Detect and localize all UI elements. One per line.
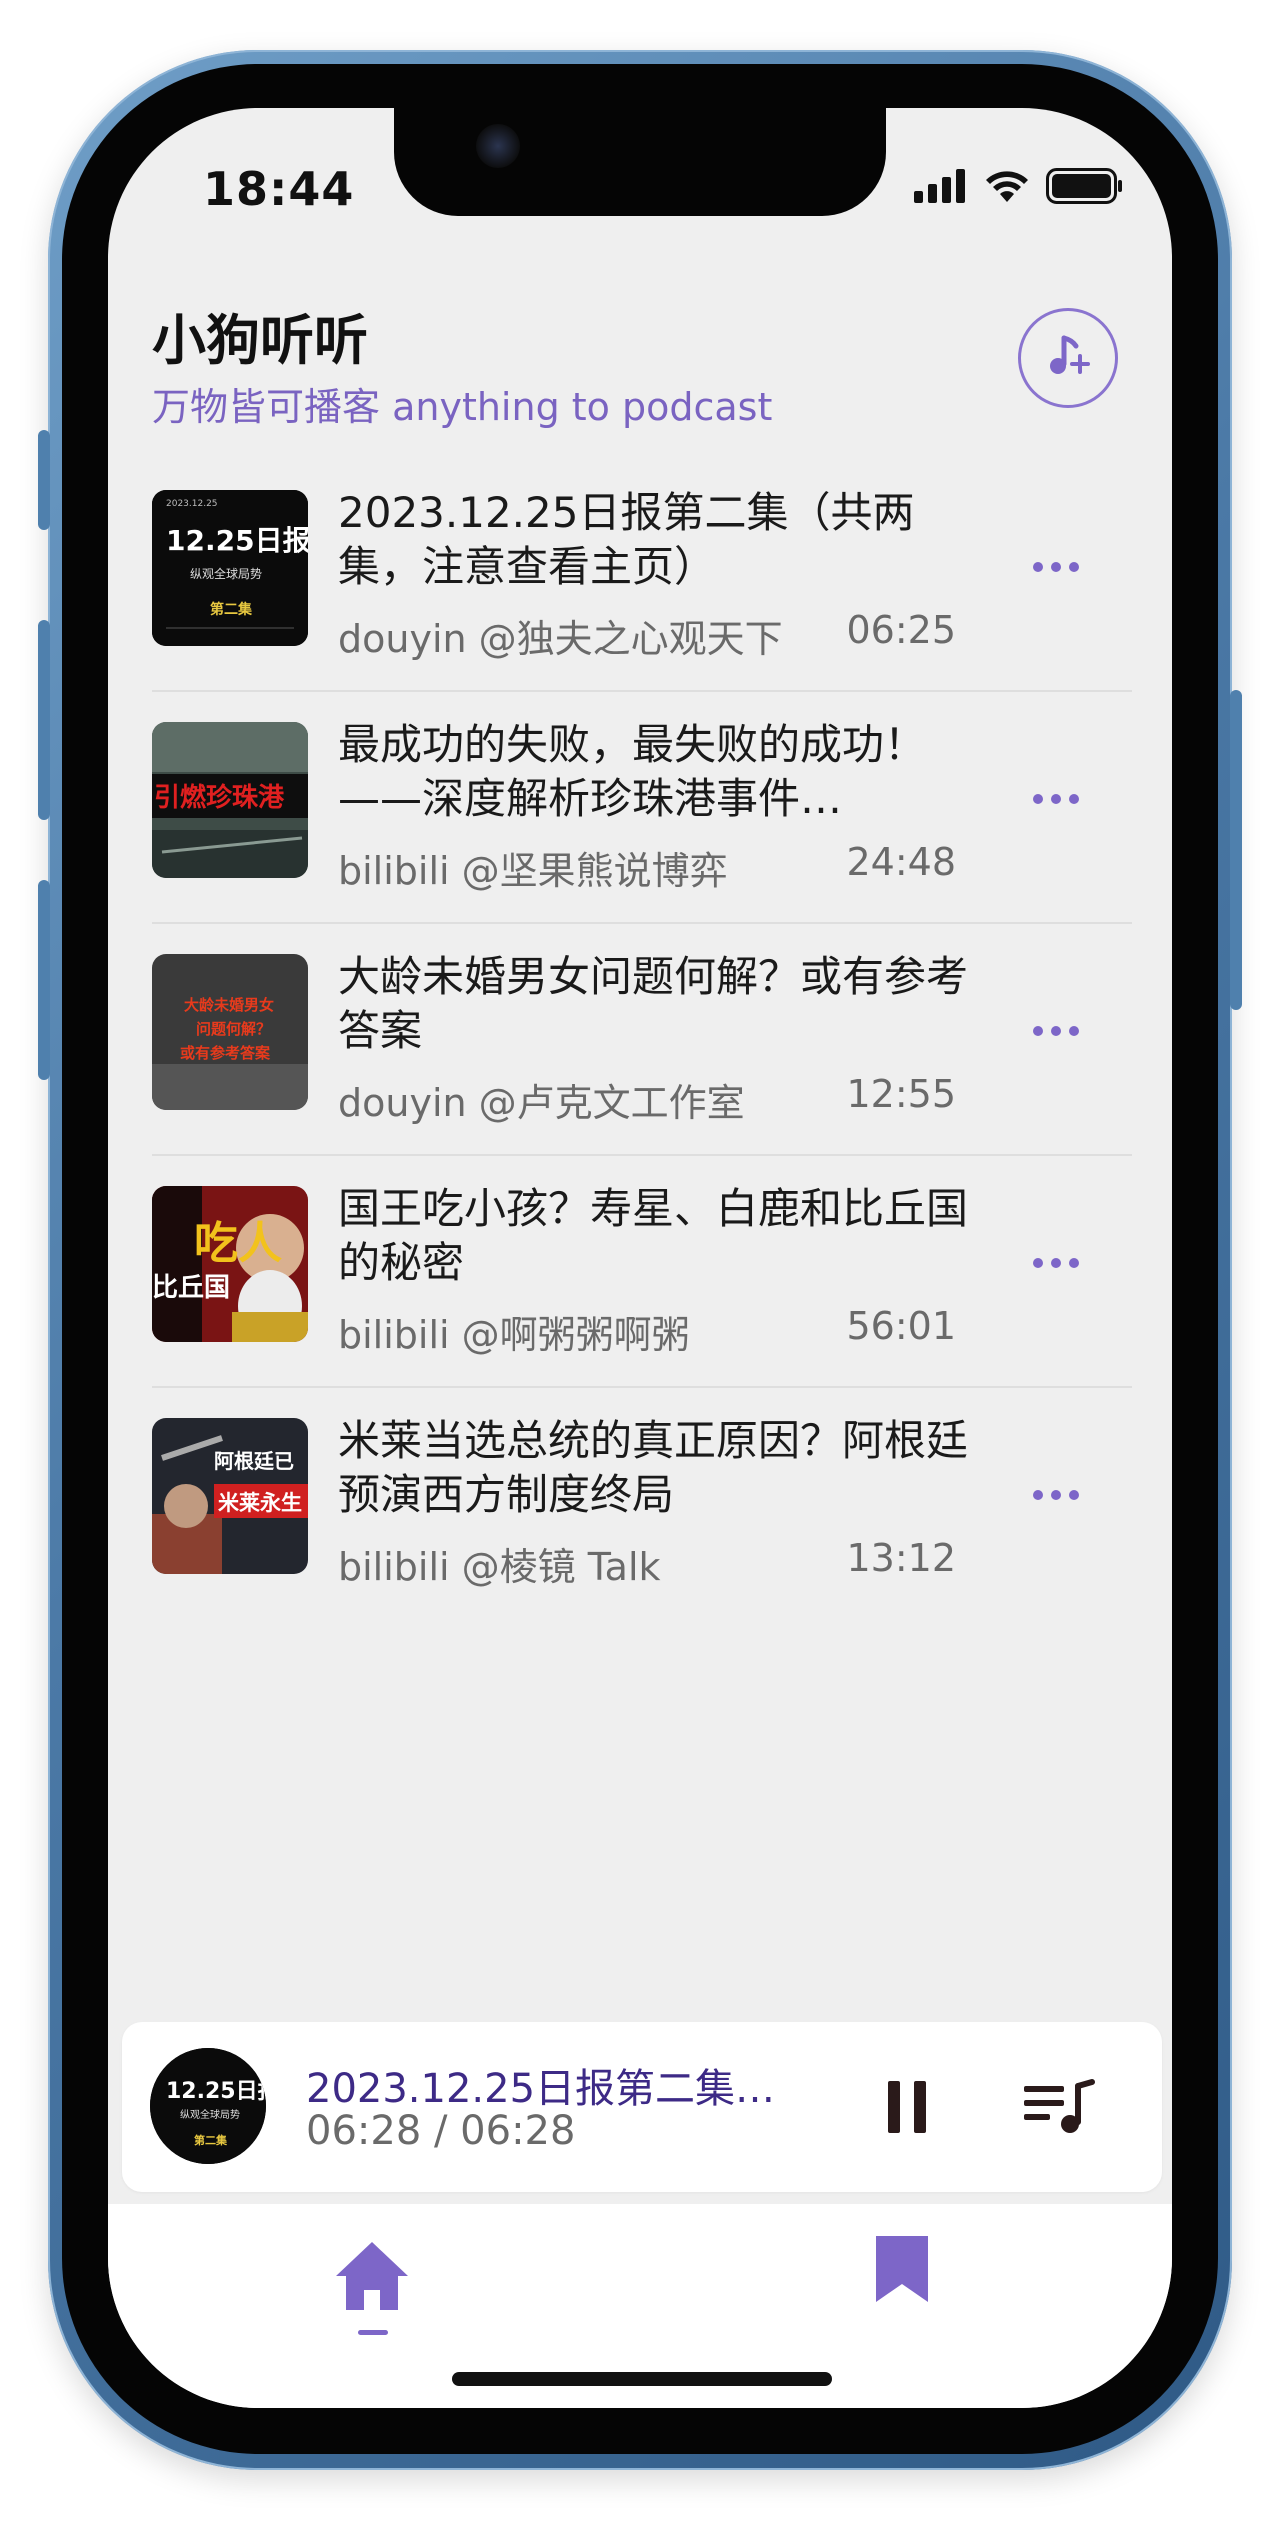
thumbnail-art: 引燃珍珠港	[152, 722, 308, 878]
volume-down-button	[38, 880, 50, 1080]
list-item[interactable]: 2023.12.25 12.25日报 纵观全球局势 第二集 2023.12.25…	[152, 460, 1132, 692]
episode-title: 大龄未婚男女问题何解？或有参考答案	[338, 952, 968, 1055]
thumb-text: 第二集	[194, 2133, 228, 2147]
thumbnail-art: 大龄未婚男女 问题何解？ 或有参考答案	[152, 954, 308, 1110]
episode-title: 国王吃小孩？寿星、白鹿和比丘国的秘密	[338, 1184, 968, 1287]
mini-player[interactable]: 12.25日报 纵观全球局势 第二集 2023.12.25日报第二集（共两集，注…	[122, 2022, 1162, 2192]
screen: 18:44 小狗听听 万物皆可播客 anything to podcast 20…	[108, 108, 1172, 2408]
bookmark-icon	[876, 2236, 928, 2302]
episode-list: 2023.12.25 12.25日报 纵观全球局势 第二集 2023.12.25…	[152, 460, 1132, 1620]
tab-home[interactable]	[332, 2234, 412, 2324]
thumbnail-art: 阿根廷已 米莱永生	[152, 1418, 308, 1574]
thumbnail-art: 2023.12.25 12.25日报 纵观全球局势 第二集	[152, 490, 308, 646]
playlist-button[interactable]	[1020, 2068, 1100, 2148]
music-add-icon	[1050, 335, 1090, 374]
home-indicator	[452, 2372, 832, 2386]
episode-source: bilibili @坚果熊说博弈	[338, 849, 728, 893]
episode-source: douyin @独夫之心观天下	[338, 617, 783, 661]
list-item[interactable]: 阿根廷已 米莱永生 米莱当选总统的真正原因？阿根廷预演西方制度终局 bilibi…	[152, 1388, 1132, 1620]
episode-source: douyin @卢克文工作室	[338, 1081, 745, 1125]
episode-duration: 12:55	[846, 1072, 956, 1116]
more-options-button[interactable]	[1026, 542, 1086, 592]
episode-source: bilibili @棱镜 Talk	[338, 1545, 661, 1589]
battery-icon	[1046, 168, 1122, 204]
episode-title: 2023.12.25日报第二集（共两集，注意查看主页）	[338, 488, 915, 591]
camera-icon	[476, 124, 520, 168]
more-options-button[interactable]	[1026, 1470, 1086, 1520]
thumb-text: 大龄未婚男女	[184, 996, 274, 1014]
thumb-text: 吃人	[194, 1218, 282, 1269]
thumb-text: 或有参考答案	[180, 1044, 271, 1062]
thumb-text: 米莱永生	[218, 1491, 302, 1515]
episode-source: bilibili @啊粥粥啊粥	[338, 1313, 690, 1357]
home-icon	[336, 2242, 408, 2310]
pause-button[interactable]	[872, 2072, 942, 2142]
episode-thumbnail: 阿根廷已 米莱永生	[152, 1418, 308, 1574]
thumbnail-art: 吃人 比丘国	[152, 1186, 308, 1342]
thumb-text: 问题何解？	[196, 1020, 271, 1038]
status-icons	[914, 168, 1124, 204]
list-item[interactable]: 大龄未婚男女 问题何解？ 或有参考答案 大龄未婚男女问题何解？或有参考答案 do…	[152, 924, 1132, 1156]
episode-thumbnail: 引燃珍珠港	[152, 722, 308, 878]
list-item[interactable]: 吃人 比丘国 国王吃小孩？寿星、白鹿和比丘国的秘密 bilibili @啊粥粥啊…	[152, 1156, 1132, 1388]
thumb-text: 比丘国	[152, 1273, 230, 1303]
notch	[394, 108, 886, 216]
thumb-text: 第二集	[210, 601, 253, 618]
status-time: 18:44	[203, 162, 355, 216]
svg-text:2023.12.25: 2023.12.25	[166, 499, 218, 509]
power-button	[1230, 690, 1242, 1010]
more-options-button[interactable]	[1026, 774, 1086, 824]
thumb-text: 引燃珍珠港	[154, 782, 285, 813]
tab-bookmarks[interactable]	[872, 2234, 932, 2304]
thumb-text: 纵观全球局势	[190, 566, 262, 581]
thumb-text: 纵观全球局势	[180, 2108, 240, 2121]
page-title: 小狗听听	[152, 309, 368, 372]
now-playing-title: 2023.12.25日报第二集（共两集，注意查看主页）	[306, 2066, 786, 2112]
silent-switch	[38, 430, 50, 530]
episode-thumbnail: 2023.12.25 12.25日报 纵观全球局势 第二集	[152, 490, 308, 646]
episode-duration: 13:12	[846, 1536, 956, 1580]
list-item[interactable]: 引燃珍珠港 最成功的失败，最失败的成功！——深度解析珍珠港事件… bilibil…	[152, 692, 1132, 924]
playlist-icon	[1024, 2079, 1095, 2133]
more-options-button[interactable]	[1026, 1238, 1086, 1288]
now-playing-thumbnail: 12.25日报 纵观全球局势 第二集	[150, 2048, 266, 2164]
pause-icon	[888, 2081, 900, 2133]
now-playing-time: 06:28 / 06:28	[306, 2108, 576, 2154]
episode-title: 米莱当选总统的真正原因？阿根廷预演西方制度终局	[338, 1416, 968, 1519]
add-podcast-button[interactable]	[1018, 308, 1118, 408]
episode-duration: 06:25	[846, 608, 956, 652]
episode-thumbnail: 吃人 比丘国	[152, 1186, 308, 1342]
episode-duration: 24:48	[846, 840, 956, 884]
volume-up-button	[38, 620, 50, 820]
episode-thumbnail: 大龄未婚男女 问题何解？ 或有参考答案	[152, 954, 308, 1110]
thumb-text: 12.25日报	[166, 524, 308, 557]
episode-title: 最成功的失败，最失败的成功！——深度解析珍珠港事件…	[338, 720, 927, 823]
wifi-icon	[986, 171, 1028, 202]
active-tab-indicator	[358, 2330, 388, 2335]
thumbnail-art: 12.25日报 纵观全球局势 第二集	[150, 2048, 266, 2164]
cellular-signal-icon	[914, 169, 965, 203]
page-subtitle: 万物皆可播客 anything to podcast	[152, 385, 773, 429]
thumb-text: 阿根廷已	[214, 1449, 294, 1473]
more-options-button[interactable]	[1026, 1006, 1086, 1056]
episode-duration: 56:01	[846, 1304, 956, 1348]
thumb-text: 12.25日报	[166, 2079, 266, 2104]
